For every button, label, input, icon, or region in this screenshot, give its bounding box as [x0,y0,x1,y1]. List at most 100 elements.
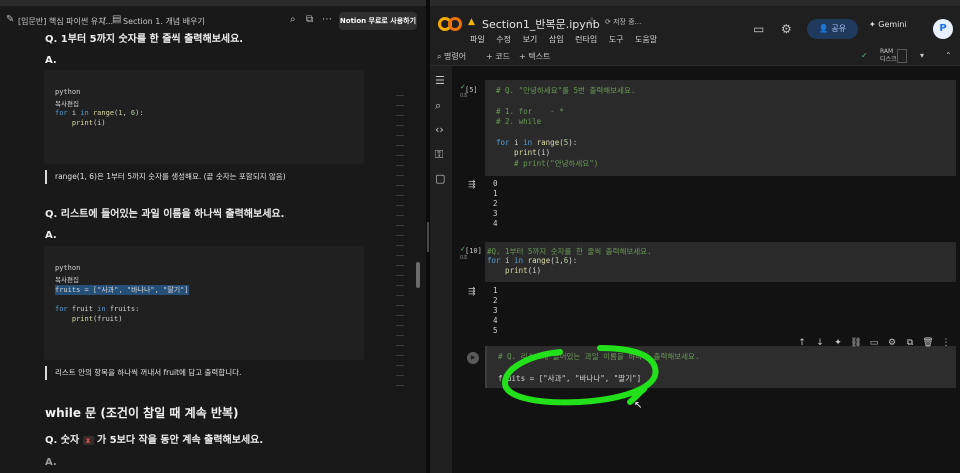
code-line-selected: fruits = ["사과", "바나나", "딸기"] [55,285,189,295]
code-lang: python [55,264,81,272]
settings-icon[interactable]: ⚙ [781,22,792,36]
callout-1: range(1, 6)은 1부터 5까지 숫자를 생성해요. (끝 숫자는 포함… [45,170,375,184]
output-line: 3 [493,306,498,315]
mirror-cell-icon[interactable]: ⧉ [901,338,919,348]
command-search-button[interactable]: ⌕ 명령어 [437,51,466,62]
notebook-area: ✓ 0초 [5] # Q. "안녕하세요"를 5번 출력해보세요. # 1. f… [452,66,960,473]
split-divider-handle[interactable] [427,222,429,252]
page-outline-minimap[interactable] [396,95,404,395]
secrets-key-icon[interactable]: ⚿ [435,148,443,162]
code-editor[interactable]: #Q. 1부터 5까지 숫자를 한 줄씩 출력해보세요. for i in ra… [485,242,956,282]
find-icon[interactable]: ⌕ [435,99,441,113]
files-folder-icon[interactable]: ▢ [435,172,445,185]
code-editor[interactable]: # Q. "안녕하세요"를 5번 출력해보세요. # 1. for - * # … [485,80,956,176]
add-text-button[interactable]: + 텍스트 [519,51,550,62]
notebook-toolbar: ⌕ 명령어 + 코드 + 텍스트 ✓ RAM 디스크 ▾ ⌃ [430,46,960,66]
menubar: 파일 수정 보기 삽입 런타임 도구 도움말 [470,34,666,45]
resource-label[interactable]: RAM 디스크 [880,48,897,64]
code-line: # print("안녕하세요") [496,159,599,168]
search-icon[interactable]: ⌕ [290,14,296,25]
output-menu-icon[interactable]: ⇶ [468,180,476,190]
comment-icon[interactable]: ▭ [753,22,764,36]
output-line: 5 [493,326,498,335]
collapse-header-icon[interactable]: ⌃ [945,51,952,60]
exec-count[interactable]: [10] [465,247,482,255]
output-line: 4 [493,219,498,228]
code-block-1: python 복사편집 for i in range(1, 6): print(… [44,70,364,164]
delete-icon[interactable]: 🗑 [919,338,937,348]
share-button[interactable]: 👤 공유 [807,19,858,39]
output-line: 2 [493,199,498,208]
code-block-2: python 복사편집 fruits = ["사과", "바나나", "딸기"]… [44,246,364,360]
menu-tools[interactable]: 도구 [609,35,624,44]
answer-label-2: A. [45,230,57,241]
notion-signup-button[interactable]: Notion 무료로 사용하기 [339,12,417,30]
menu-runtime[interactable]: 런타임 [575,35,597,44]
duplicate-icon[interactable]: ⧉ [306,14,313,25]
code-line: print(i) [487,266,542,275]
code-line: # Q. 리스트에 들어있는 과일 이름을 하나씩 출력해보세요. [498,352,700,361]
code-snippets-icon[interactable]: ‹› [435,123,444,136]
link-icon[interactable]: ⛓ [847,338,865,348]
toc-icon[interactable]: ☰ [435,74,445,87]
answer-label-1: A. [45,55,57,66]
code-line: # Q. "안녕하세요"를 5번 출력해보세요. [496,86,636,95]
copy-button[interactable]: 복사편집 [55,274,79,284]
breadcrumb-parent[interactable]: [입문반] 핵심 파이썬 유치... [18,16,113,27]
code-line: print(i) [496,148,551,157]
scrollbar-thumb[interactable] [416,262,420,288]
more-icon[interactable]: ⋮ [937,338,955,348]
code-line: for i in range(1,6): [487,256,578,265]
exec-count[interactable]: [5] [465,86,478,94]
exec-time: 0초 [460,255,468,261]
menu-edit[interactable]: 수정 [496,35,511,44]
resource-meter[interactable] [897,49,907,63]
code-cell-1: ✓ 0초 [5] # Q. "안녕하세요"를 5번 출력해보세요. # 1. f… [460,80,956,230]
notebook-title[interactable]: Section1_반복문.ipynb [482,16,600,32]
avatar[interactable]: P [933,19,953,39]
runtime-dropdown-icon[interactable]: ▾ [920,51,924,60]
code-line: for i in range(1, 6): [55,109,144,117]
callout-2: 리스트 안의 항목을 하나씩 꺼내서 fruit에 담고 출력합니다. [45,366,375,380]
comment-icon[interactable]: ▭ [865,338,883,348]
menu-file[interactable]: 파일 [470,35,485,44]
gemini-sparkle-icon[interactable]: ✦ [829,338,847,348]
output-line: 3 [493,209,498,218]
mouse-cursor-icon: ↖ [634,400,643,411]
page-icon: ✎ [6,14,15,25]
code-cell-3-active: # Q. 리스트에 들어있는 과일 이름을 하나씩 출력해보세요. fruits… [460,346,956,406]
code-line: # 1. for - * [496,107,564,116]
notion-pane: ✎ [입문반] 핵심 파이썬 유치... / ▤ Section 1. 개념 배… [0,0,426,473]
code-line: # 2. while [496,117,542,126]
menu-help[interactable]: 도움말 [635,35,657,44]
question-3: Q. 숫자 x 가 5보다 작을 동안 계속 출력해보세요. [45,435,264,446]
copy-button[interactable]: 복사편집 [55,98,79,108]
gemini-button[interactable]: ✦ Gemini [869,20,907,29]
code-cell-2: ✓ 0초 [10] #Q. 1부터 5까지 숫자를 한 줄씩 출력해보세요. f… [460,242,956,342]
code-line: print(fruit) [55,315,123,323]
code-line: print(i) [55,119,106,127]
colab-pane: ▲ Section1_반복문.ipynb ☆ ⟳ 저장 중... 파일 수정 보… [430,0,960,473]
output-menu-icon[interactable]: ⇶ [468,287,476,297]
breadcrumb-current[interactable]: Section 1. 개념 배우기 [123,16,205,27]
output-line: 1 [493,189,498,198]
add-code-button[interactable]: + 코드 [486,51,510,62]
cell-settings-icon[interactable]: ⚙ [883,338,901,348]
code-editor[interactable]: # Q. 리스트에 들어있는 과일 이름을 하나씩 출력해보세요. fruits… [485,346,956,388]
move-down-icon[interactable]: ↓ [811,338,829,348]
code-line: fruits = ["사과", "바나나", "딸기"] [498,374,642,383]
move-up-icon[interactable]: ↑ [793,338,811,348]
answer-label-3: A. [45,457,57,468]
question-2: Q. 리스트에 들어있는 과일 이름을 하나씩 출력해보세요. [45,209,285,220]
more-icon[interactable]: ⋯ [322,14,332,25]
run-cell-button[interactable]: ▶ [467,352,479,364]
output-line: 2 [493,296,498,305]
code-line: for fruit in fruits: [55,305,140,313]
menu-insert[interactable]: 삽입 [549,35,564,44]
drive-icon: ▲ [468,17,475,27]
connected-check-icon: ✓ [861,51,868,60]
colab-logo-icon[interactable] [438,16,462,32]
menu-view[interactable]: 보기 [523,35,538,44]
star-icon[interactable]: ☆ [587,15,597,28]
output-line: 1 [493,286,498,295]
